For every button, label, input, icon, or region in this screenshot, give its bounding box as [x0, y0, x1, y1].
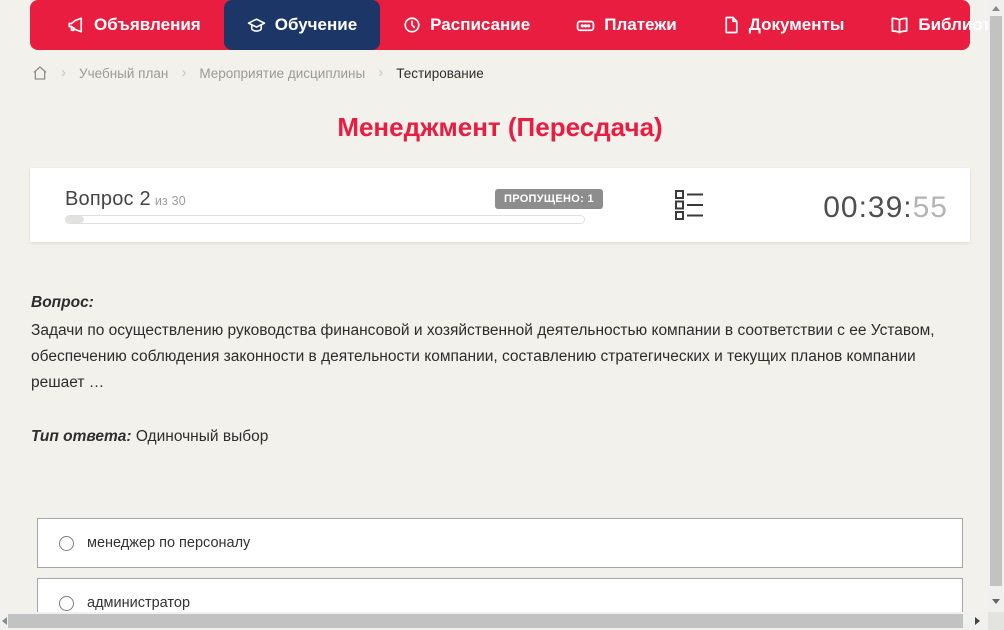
breadcrumb-testing: Тестирование: [396, 65, 484, 81]
answer-option-hr-manager[interactable]: менеджер по персоналу: [37, 518, 963, 568]
answer-option-label: администратор: [87, 595, 191, 611]
nav-item-announcements[interactable]: Объявления: [44, 0, 224, 50]
vertical-scrollbar-thumb[interactable]: [990, 16, 1002, 586]
breadcrumb: › Учебный план › Мероприятие дисциплины …: [32, 61, 484, 85]
answer-option-label: менеджер по персоналу: [87, 535, 251, 551]
clock-icon: [403, 16, 421, 34]
breadcrumb-study-plan[interactable]: Учебный план: [79, 66, 168, 81]
nav-item-documents[interactable]: Документы: [700, 0, 868, 50]
radio-button-icon[interactable]: [59, 595, 74, 611]
scroll-down-arrow-icon[interactable]: [992, 599, 1000, 604]
nav-item-label: Объявления: [94, 15, 201, 34]
main-nav: Объявления Обучение Расписание Платежи Д…: [30, 0, 1004, 50]
wallet-icon: [576, 16, 595, 35]
graduation-cap-icon: [247, 16, 266, 35]
nav-item-schedule[interactable]: Расписание: [380, 0, 553, 50]
question-progress-bar: [65, 215, 585, 224]
timer-seconds: 55: [912, 191, 948, 224]
breadcrumb-separator: ›: [61, 63, 66, 81]
question-text: Задачи по осуществлению руководства фина…: [31, 322, 935, 391]
skipped-badge: ПРОПУЩЕНО: 1: [495, 189, 603, 209]
nav-item-label: Расписание: [430, 15, 531, 34]
answer-type-value: Одиночный выбор: [135, 428, 269, 445]
nav-item-library[interactable]: Библиотека: [867, 0, 1004, 50]
question-header-card: Вопрос 2 из 30 ПРОПУЩЕНО: 1 00:39:55: [30, 168, 970, 242]
document-icon: [723, 16, 740, 34]
radio-button-icon[interactable]: [59, 535, 74, 551]
question-list-button[interactable]: [675, 189, 703, 226]
answer-type-label: Тип ответа:: [31, 428, 132, 445]
question-number: Вопрос 2 из 30: [65, 188, 186, 211]
megaphone-icon: [67, 16, 85, 34]
question-prompt-label: Вопрос:: [31, 294, 94, 311]
scrollbar-corner: [988, 612, 1004, 630]
question-list-icon: [675, 190, 703, 225]
home-icon[interactable]: [32, 65, 48, 81]
scroll-left-arrow-icon[interactable]: [2, 617, 7, 625]
scroll-right-arrow-icon[interactable]: [975, 617, 980, 625]
nav-item-payments[interactable]: Платежи: [553, 0, 700, 50]
horizontal-scrollbar[interactable]: [0, 612, 988, 630]
vertical-scrollbar[interactable]: [988, 0, 1004, 612]
breadcrumb-discipline-event[interactable]: Мероприятие дисциплины: [199, 66, 365, 81]
breadcrumb-separator: ›: [378, 63, 384, 81]
nav-item-label: Платежи: [604, 15, 677, 34]
question-number-label: Вопрос 2: [65, 188, 151, 210]
breadcrumb-separator: ›: [181, 63, 187, 81]
page-title: Менеджмент (Пересдача): [337, 112, 663, 142]
countdown-timer: 00:39:55: [823, 191, 948, 225]
book-icon: [890, 16, 909, 35]
nav-item-label: Обучение: [274, 15, 358, 34]
question-body: Вопрос: Задачи по осуществлению руководс…: [31, 290, 967, 396]
question-progress-fill: [66, 216, 85, 223]
question-of-total: из 30: [154, 194, 186, 208]
scroll-up-arrow-icon[interactable]: [992, 6, 1000, 11]
timer-hours-minutes: 00:39:: [823, 191, 913, 224]
nav-item-label: Документы: [748, 15, 845, 34]
nav-item-learning[interactable]: Обучение: [223, 0, 381, 50]
horizontal-scrollbar-thumb[interactable]: [8, 614, 963, 628]
answer-type-line: Тип ответа: Одиночный выбор: [31, 428, 268, 446]
